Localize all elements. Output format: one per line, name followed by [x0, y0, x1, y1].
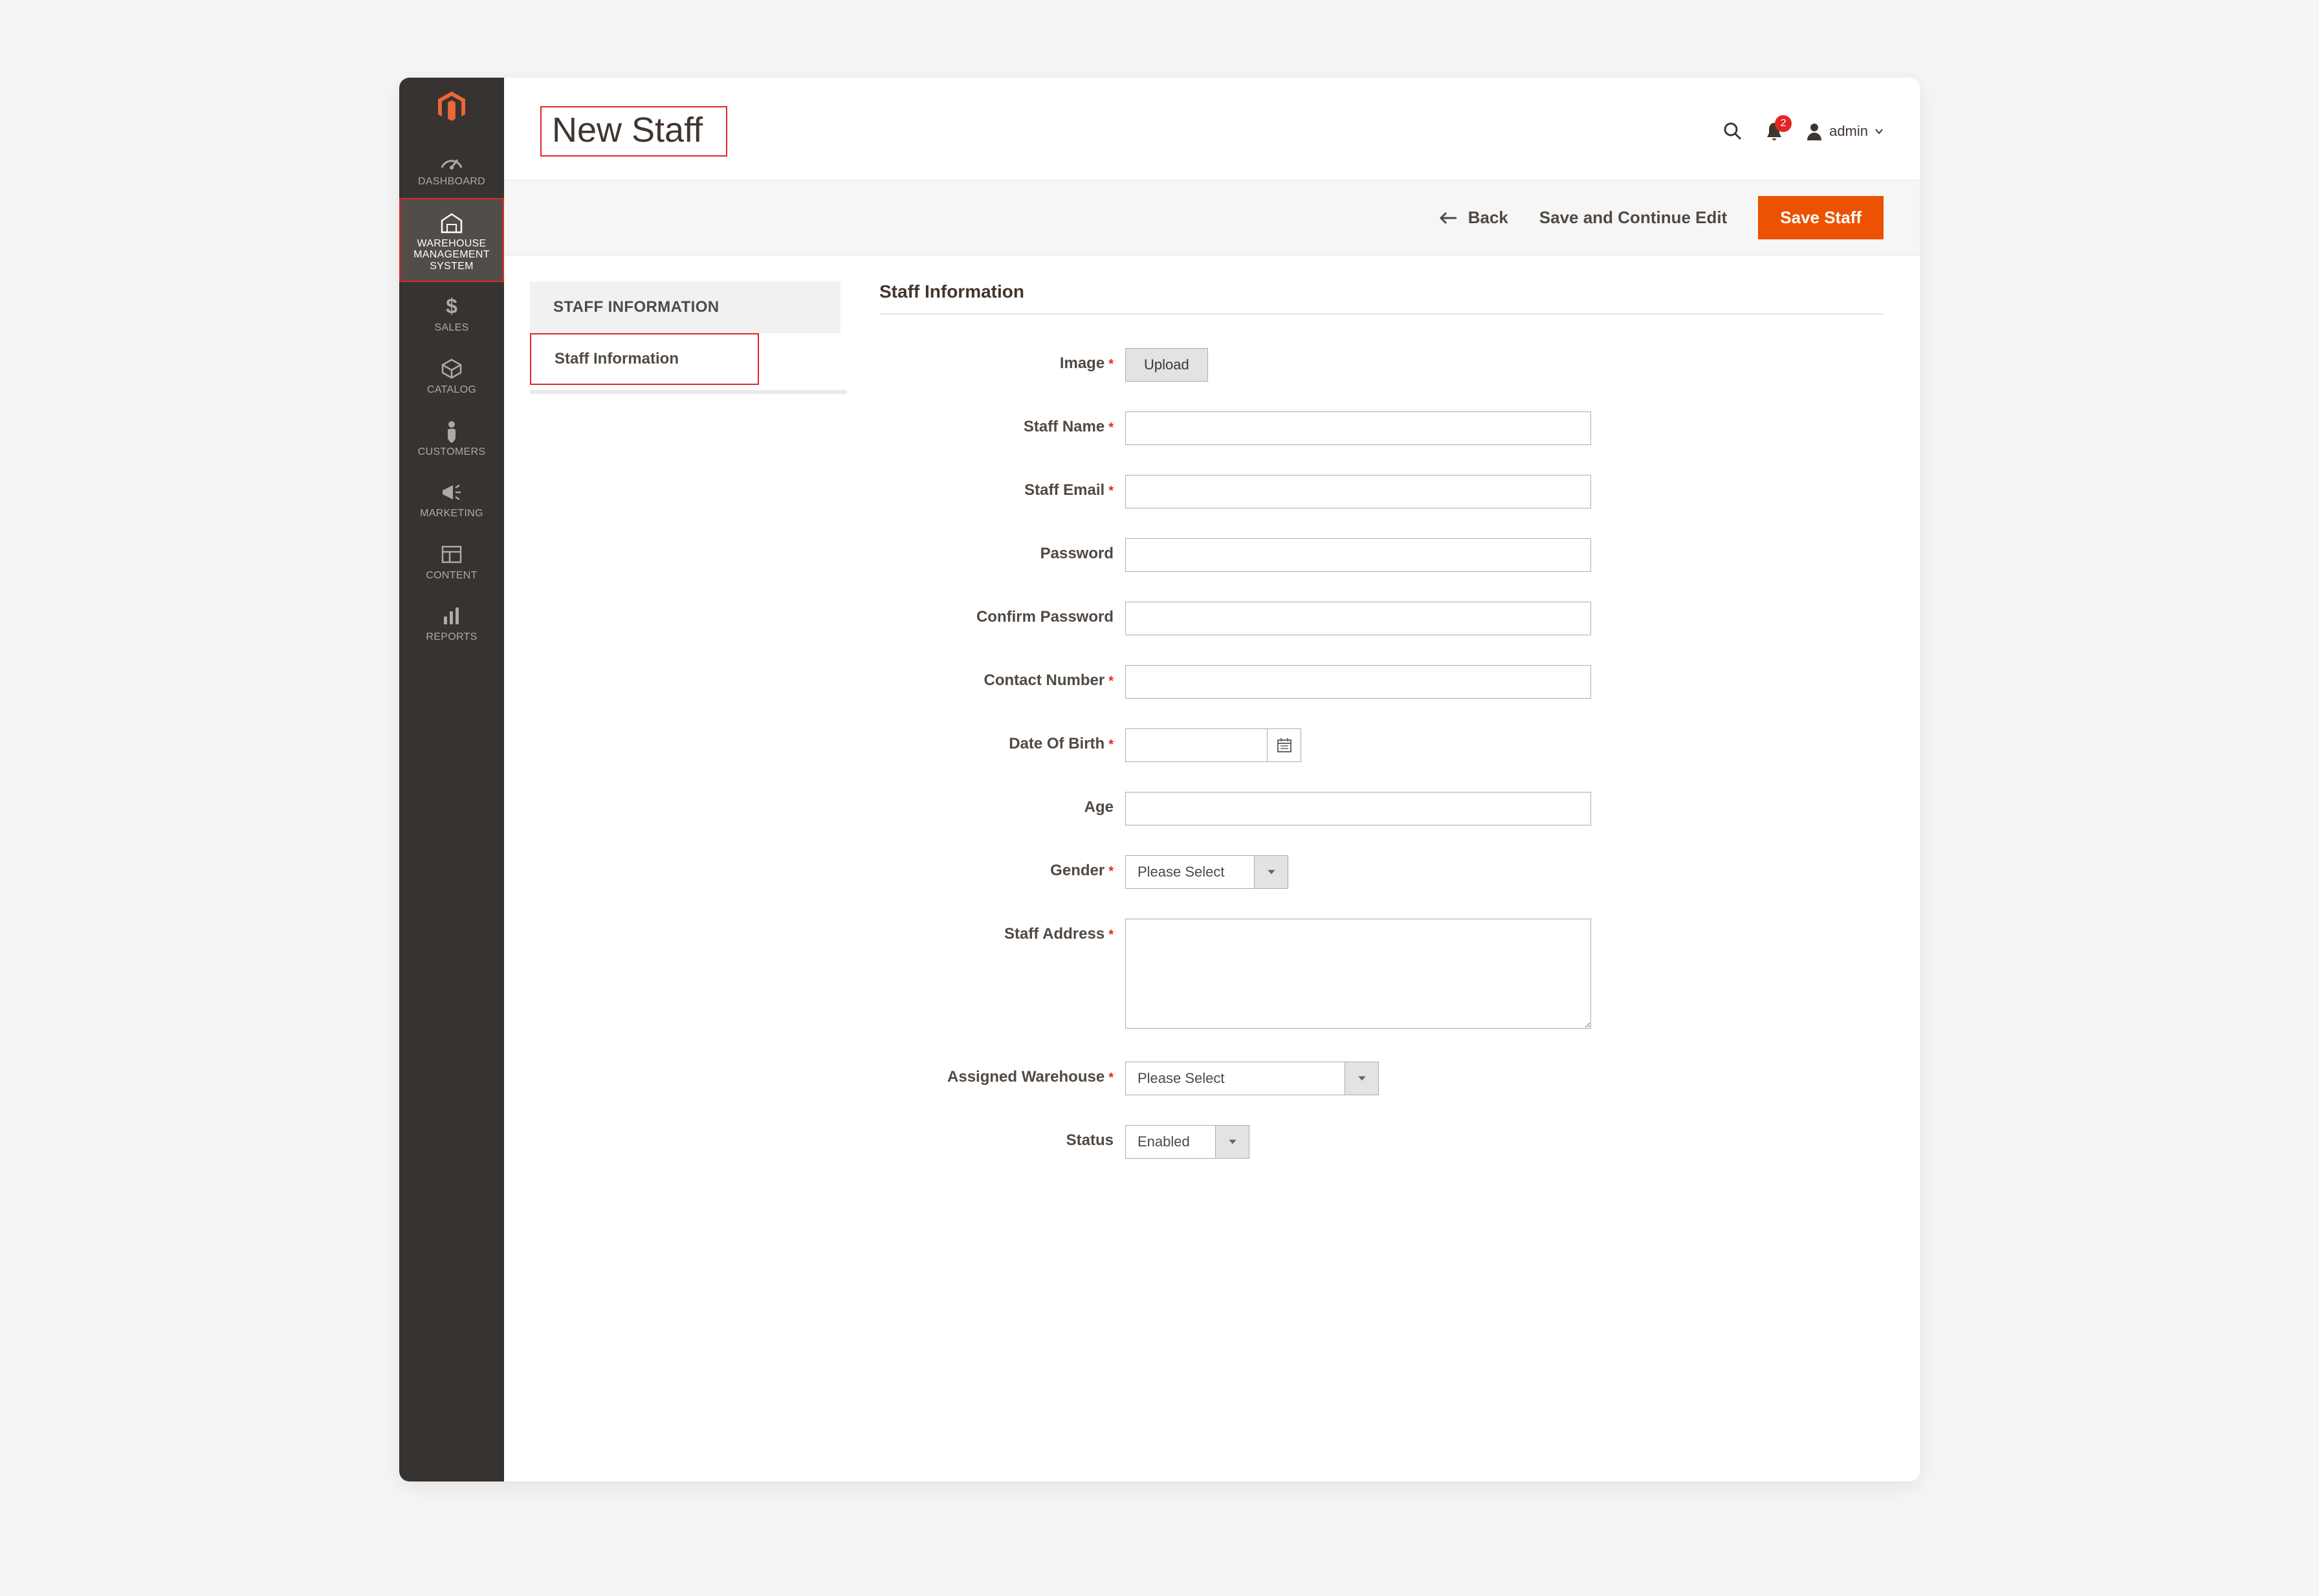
label-confirm-password: Confirm Password — [879, 602, 1125, 626]
label-status: Status — [879, 1125, 1125, 1150]
page-title: New Staff — [540, 106, 727, 157]
row-assigned-warehouse: Assigned Warehouse* Please Select — [879, 1062, 1884, 1095]
row-status: Status Enabled — [879, 1125, 1884, 1159]
input-dob[interactable] — [1125, 728, 1268, 762]
select-status-value: Enabled — [1125, 1125, 1216, 1159]
user-menu[interactable]: admin — [1806, 122, 1884, 140]
label-staff-email: Staff Email* — [879, 475, 1125, 499]
back-label: Back — [1468, 208, 1508, 228]
label-image: Image* — [879, 348, 1125, 373]
label-age: Age — [879, 792, 1125, 816]
nav-content-label: CONTENT — [426, 570, 477, 582]
main-content: New Staff 2 admin Back — [504, 78, 1920, 1481]
input-staff-name[interactable] — [1125, 411, 1591, 445]
content-area: STAFF INFORMATION Staff Information Staf… — [504, 256, 1920, 1225]
row-staff-email: Staff Email* — [879, 475, 1884, 508]
action-bar: Back Save and Continue Edit Save Staff — [504, 180, 1920, 256]
select-gender-value: Please Select — [1125, 855, 1255, 889]
notifications-button[interactable]: 2 — [1766, 122, 1783, 141]
app-shell: DASHBOARD WAREHOUSE MANAGEMENT SYSTEM $ … — [399, 78, 1920, 1481]
select-assigned-warehouse[interactable]: Please Select — [1125, 1062, 1379, 1095]
input-contact-number[interactable] — [1125, 665, 1591, 699]
section-title: Staff Information — [879, 281, 1884, 314]
nav-warehouse-label: WAREHOUSE MANAGEMENT SYSTEM — [403, 238, 500, 272]
panel-header: STAFF INFORMATION — [530, 281, 841, 333]
nav-sales-label: SALES — [434, 322, 468, 334]
label-staff-address: Staff Address* — [879, 919, 1125, 943]
content-icon — [439, 543, 465, 566]
notification-badge: 2 — [1775, 115, 1792, 132]
back-button[interactable]: Back — [1440, 208, 1508, 228]
search-icon — [1723, 122, 1742, 141]
dashboard-icon — [439, 149, 465, 172]
user-icon — [1806, 122, 1823, 140]
row-dob: Date Of Birth* — [879, 728, 1884, 762]
nav-marketing[interactable]: MARKETING — [399, 468, 504, 530]
label-staff-name: Staff Name* — [879, 411, 1125, 436]
select-gender-arrow — [1255, 855, 1288, 889]
input-password[interactable] — [1125, 538, 1591, 572]
nav-warehouse[interactable]: WAREHOUSE MANAGEMENT SYSTEM — [399, 198, 504, 283]
nav-reports[interactable]: REPORTS — [399, 591, 504, 653]
label-contact-number: Contact Number* — [879, 665, 1125, 690]
row-age: Age — [879, 792, 1884, 825]
save-staff-button[interactable]: Save Staff — [1758, 196, 1884, 239]
input-confirm-password[interactable] — [1125, 602, 1591, 635]
username-label: admin — [1829, 123, 1868, 140]
select-status[interactable]: Enabled — [1125, 1125, 1249, 1159]
input-staff-email[interactable] — [1125, 475, 1591, 508]
row-contact-number: Contact Number* — [879, 665, 1884, 699]
customers-icon — [439, 419, 465, 443]
nav-reports-label: REPORTS — [426, 631, 477, 643]
panel-tab-staff-info[interactable]: Staff Information — [530, 333, 759, 385]
svg-text:$: $ — [446, 295, 457, 318]
input-age[interactable] — [1125, 792, 1591, 825]
chevron-down-icon — [1874, 128, 1884, 135]
select-assigned-warehouse-arrow — [1345, 1062, 1379, 1095]
nav-catalog-label: CATALOG — [427, 384, 476, 396]
row-confirm-password: Confirm Password — [879, 602, 1884, 635]
save-continue-button[interactable]: Save and Continue Edit — [1539, 208, 1727, 228]
nav-customers[interactable]: CUSTOMERS — [399, 406, 504, 468]
label-password: Password — [879, 538, 1125, 563]
catalog-icon — [439, 357, 465, 380]
nav-sales[interactable]: $ SALES — [399, 282, 504, 344]
nav-content[interactable]: CONTENT — [399, 530, 504, 592]
sales-icon: $ — [439, 295, 465, 318]
calendar-button[interactable] — [1268, 728, 1301, 762]
row-staff-name: Staff Name* — [879, 411, 1884, 445]
page-header: New Staff 2 admin — [504, 78, 1920, 180]
nav-customers-label: CUSTOMERS — [418, 446, 486, 458]
header-toolbar: 2 admin — [1723, 122, 1884, 141]
select-gender[interactable]: Please Select — [1125, 855, 1288, 889]
nav-marketing-label: MARKETING — [420, 508, 483, 519]
select-assigned-warehouse-value: Please Select — [1125, 1062, 1345, 1095]
panel-divider — [530, 390, 847, 394]
row-staff-address: Staff Address* — [879, 919, 1884, 1032]
calendar-icon — [1276, 737, 1293, 754]
row-image: Image* Upload — [879, 348, 1884, 382]
sidebar: DASHBOARD WAREHOUSE MANAGEMENT SYSTEM $ … — [399, 78, 504, 1481]
label-dob: Date Of Birth* — [879, 728, 1125, 753]
textarea-staff-address[interactable] — [1125, 919, 1591, 1029]
magento-logo[interactable] — [399, 78, 504, 136]
search-button[interactable] — [1723, 122, 1742, 141]
warehouse-icon — [439, 211, 465, 234]
row-password: Password — [879, 538, 1884, 572]
marketing-icon — [439, 481, 465, 504]
select-status-arrow — [1216, 1125, 1249, 1159]
arrow-left-icon — [1440, 212, 1458, 224]
row-gender: Gender* Please Select — [879, 855, 1884, 889]
label-assigned-warehouse: Assigned Warehouse* — [879, 1062, 1125, 1086]
upload-button[interactable]: Upload — [1125, 348, 1208, 382]
form-area: Staff Information Image* Upload Staff Na… — [879, 281, 1884, 1188]
side-panel: STAFF INFORMATION Staff Information — [530, 281, 841, 1188]
reports-icon — [439, 604, 465, 628]
nav-dashboard-label: DASHBOARD — [418, 176, 485, 188]
nav-catalog[interactable]: CATALOG — [399, 344, 504, 406]
nav-dashboard[interactable]: DASHBOARD — [399, 136, 504, 198]
label-gender: Gender* — [879, 855, 1125, 880]
